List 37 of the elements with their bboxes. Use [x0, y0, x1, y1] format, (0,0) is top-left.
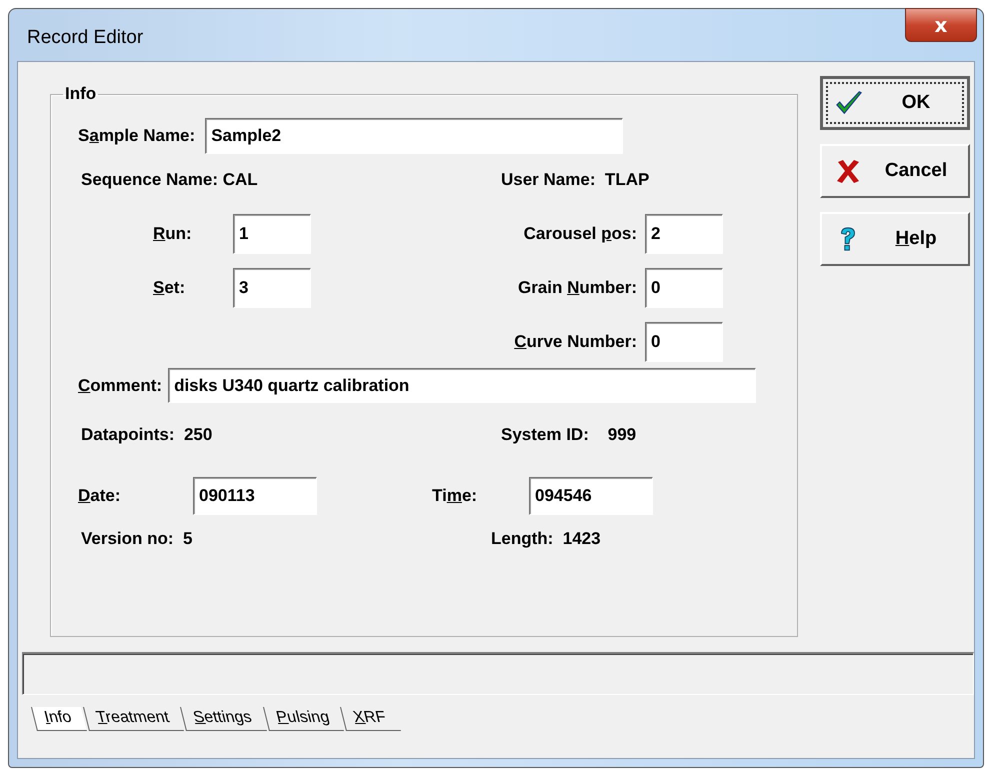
field-label: Curve Number:: [514, 332, 637, 352]
field-label: Grain Number:: [518, 278, 637, 298]
tab[interactable]: Pulsing: [262, 707, 344, 731]
cancel-button[interactable]: Cancel: [820, 144, 970, 198]
comment-field[interactable]: disks U340 quartz calibration: [168, 368, 756, 403]
input-field[interactable]: 3: [233, 268, 311, 308]
window-title: Record Editor: [26, 26, 144, 49]
sequence-name-text: Sequence Name: CAL: [81, 170, 259, 190]
length-text: Length: 1423: [491, 529, 601, 549]
tab[interactable]: XRF: [340, 707, 402, 731]
tab[interactable]: Treatment: [82, 707, 184, 731]
field-label: Carousel pos:: [524, 224, 637, 244]
x-mark-icon: [834, 158, 862, 184]
version-text: Version no: 5: [81, 529, 194, 549]
input-field[interactable]: 0: [645, 322, 723, 362]
date-field[interactable]: 090113: [193, 477, 317, 515]
comment-label: Comment:: [78, 376, 162, 396]
user-name-text: User Name: TLAP: [501, 170, 650, 190]
close-button[interactable]: x: [905, 8, 977, 42]
input-field[interactable]: 1: [233, 214, 311, 254]
tab[interactable]: Info: [31, 707, 87, 731]
group-title: Info: [64, 84, 98, 104]
datapoints-text: Datapoints: 250: [81, 425, 214, 445]
checkmark-icon: [835, 90, 863, 116]
sample-name-field[interactable]: Sample2: [205, 118, 624, 154]
help-button[interactable]: Help: [820, 212, 970, 266]
time-field[interactable]: 094546: [529, 477, 653, 515]
field-label: Set:: [153, 278, 186, 298]
sample-name-label: Sample Name:: [78, 126, 196, 146]
system-id-text: System ID: 999: [501, 425, 636, 445]
field-label: Run:: [153, 224, 193, 244]
ok-button[interactable]: OK: [820, 76, 970, 130]
input-field[interactable]: 0: [645, 268, 723, 308]
time-label: Time:: [432, 486, 478, 506]
date-label: Date:: [78, 486, 122, 506]
tab[interactable]: Settings: [180, 707, 267, 731]
input-field[interactable]: 2: [645, 214, 723, 254]
